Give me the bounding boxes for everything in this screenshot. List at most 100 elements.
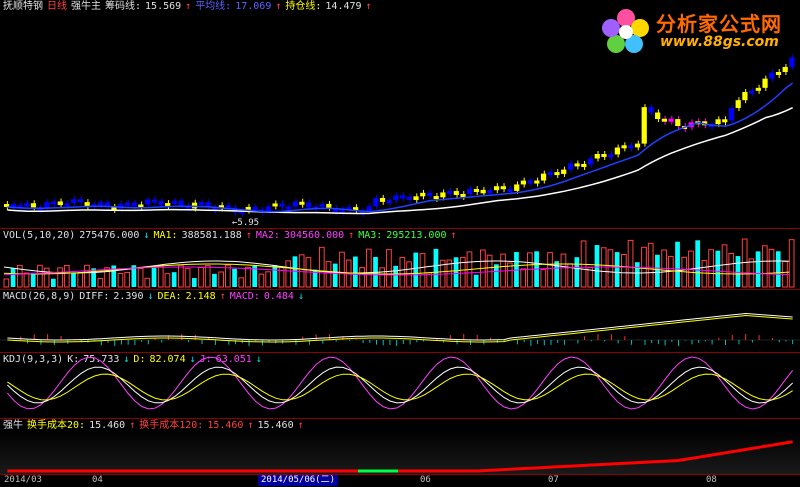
volume-bar bbox=[547, 252, 553, 288]
candle-body bbox=[534, 180, 540, 184]
candle-body bbox=[413, 196, 419, 200]
candle-body bbox=[634, 143, 641, 148]
candle-body bbox=[594, 154, 600, 159]
volume-bar bbox=[272, 265, 278, 287]
volume-bar bbox=[10, 268, 16, 287]
candle-body bbox=[480, 189, 486, 194]
volume-bar bbox=[365, 248, 372, 288]
volume-bar bbox=[198, 266, 204, 288]
candle-body bbox=[554, 172, 560, 176]
volume-bar bbox=[137, 267, 144, 288]
volume-bar bbox=[399, 256, 406, 288]
candle-body bbox=[749, 90, 755, 94]
candle-body bbox=[144, 199, 151, 205]
volume-bar bbox=[77, 272, 84, 288]
candle-body bbox=[386, 200, 392, 204]
watermark-title: 分析家公式网 bbox=[656, 12, 782, 36]
volume-bar bbox=[701, 260, 708, 288]
candle-body bbox=[165, 203, 171, 207]
volume-bar bbox=[755, 251, 761, 287]
time-label: 2014/03 bbox=[4, 475, 42, 485]
volume-panel[interactable]: VOL(5,10,20) 275476.000 ↓ MA1: 388581.188 ↑ MA… bbox=[0, 229, 800, 289]
candle-body bbox=[57, 201, 63, 206]
volume-bar bbox=[232, 268, 237, 287]
candle-body bbox=[426, 192, 433, 197]
dea-line bbox=[7, 314, 793, 343]
volume-bar bbox=[37, 264, 43, 288]
candle-body bbox=[735, 100, 741, 108]
volume-bar bbox=[675, 241, 680, 287]
volume-bar bbox=[124, 271, 131, 288]
candle-body bbox=[252, 206, 258, 210]
candle-body bbox=[540, 173, 547, 181]
volume-bar bbox=[473, 274, 479, 287]
candle-body bbox=[601, 154, 607, 158]
candle-body bbox=[648, 107, 654, 113]
volume-bar bbox=[594, 245, 600, 287]
candle-body bbox=[507, 189, 513, 193]
volume-bar bbox=[43, 267, 50, 288]
volume-bar bbox=[353, 256, 358, 287]
volume-bar bbox=[23, 272, 30, 288]
bull-panel[interactable]: 强牛 换手成本20: 15.460 ↑ 换手成本120: 15.460 ↑ 15.460 ↑ bbox=[0, 419, 800, 474]
volume-bar bbox=[298, 254, 305, 288]
time-label: 07 bbox=[548, 475, 559, 485]
low-price-note: ←5.95 bbox=[232, 218, 260, 228]
volume-bar bbox=[151, 267, 157, 287]
candle-body bbox=[661, 118, 667, 122]
candle-body bbox=[30, 203, 37, 208]
bull-cost-chart[interactable] bbox=[0, 419, 800, 474]
volume-bar bbox=[426, 272, 433, 288]
candle-body bbox=[420, 192, 426, 197]
candle-body bbox=[299, 201, 305, 205]
candle-body bbox=[131, 202, 137, 207]
candle-body bbox=[24, 203, 30, 207]
volume-bar bbox=[204, 265, 211, 288]
candle-body bbox=[473, 188, 480, 192]
price-panel[interactable]: 抚顺特钢 日线 强牛主 筹码线: 15.569 ↑ 平均线: 17.069 ↑ 持仓线: 14.47… bbox=[0, 0, 800, 228]
candle-body bbox=[561, 169, 567, 174]
candle-body bbox=[440, 192, 446, 198]
candle-body bbox=[527, 180, 533, 184]
volume-bar bbox=[84, 264, 90, 288]
macd-panel[interactable]: MACD(26,8,9) DIFF: 2.390 ↓ DEA: 2.148 ↑ MACD: 0.… bbox=[0, 290, 800, 352]
volume-bar bbox=[453, 257, 459, 287]
volume-bar bbox=[486, 254, 493, 288]
time-axis[interactable]: 2014/03 04 2014/05/06(二) 06 07 08 bbox=[0, 474, 800, 487]
candle-body bbox=[547, 172, 553, 176]
candle-body bbox=[44, 202, 50, 208]
volume-bar bbox=[218, 271, 224, 288]
volume-bar bbox=[184, 268, 191, 288]
volume-bar bbox=[393, 265, 398, 287]
volume-bar bbox=[574, 257, 580, 287]
candle-body bbox=[715, 119, 721, 125]
time-cursor-label[interactable]: 2014/05/06(二) bbox=[258, 475, 339, 486]
candle-body bbox=[728, 107, 735, 121]
watermark: 分析家公式网 www.88gs.com bbox=[596, 4, 796, 54]
volume-bar bbox=[728, 252, 735, 288]
volume-chart[interactable] bbox=[0, 229, 800, 289]
candle-body bbox=[675, 119, 681, 127]
macd-chart[interactable] bbox=[0, 290, 800, 352]
candle-body bbox=[782, 66, 788, 72]
volume-bar bbox=[695, 240, 701, 287]
candle-body bbox=[460, 193, 466, 197]
candle-body bbox=[285, 206, 292, 210]
candle-body bbox=[433, 196, 439, 200]
volume-bar bbox=[359, 267, 365, 288]
volume-bar bbox=[144, 277, 151, 288]
candle-body bbox=[97, 202, 104, 206]
candle-body bbox=[487, 190, 493, 194]
candle-body bbox=[77, 199, 84, 203]
volume-bar bbox=[238, 277, 245, 288]
candle-body bbox=[406, 196, 412, 200]
volume-bar bbox=[514, 252, 519, 287]
kdj-panel[interactable]: KDJ(9,3,3) K: 75.733 ↓ D: 82.074 ↓ J: 63.051 ↓ bbox=[0, 353, 800, 418]
kdj-chart[interactable] bbox=[0, 353, 800, 418]
candle-body bbox=[628, 145, 634, 149]
volume-bar bbox=[191, 278, 197, 287]
candle-body bbox=[272, 203, 278, 207]
hold-line bbox=[7, 107, 793, 215]
candle-body bbox=[641, 107, 647, 144]
volume-bar bbox=[339, 251, 345, 288]
